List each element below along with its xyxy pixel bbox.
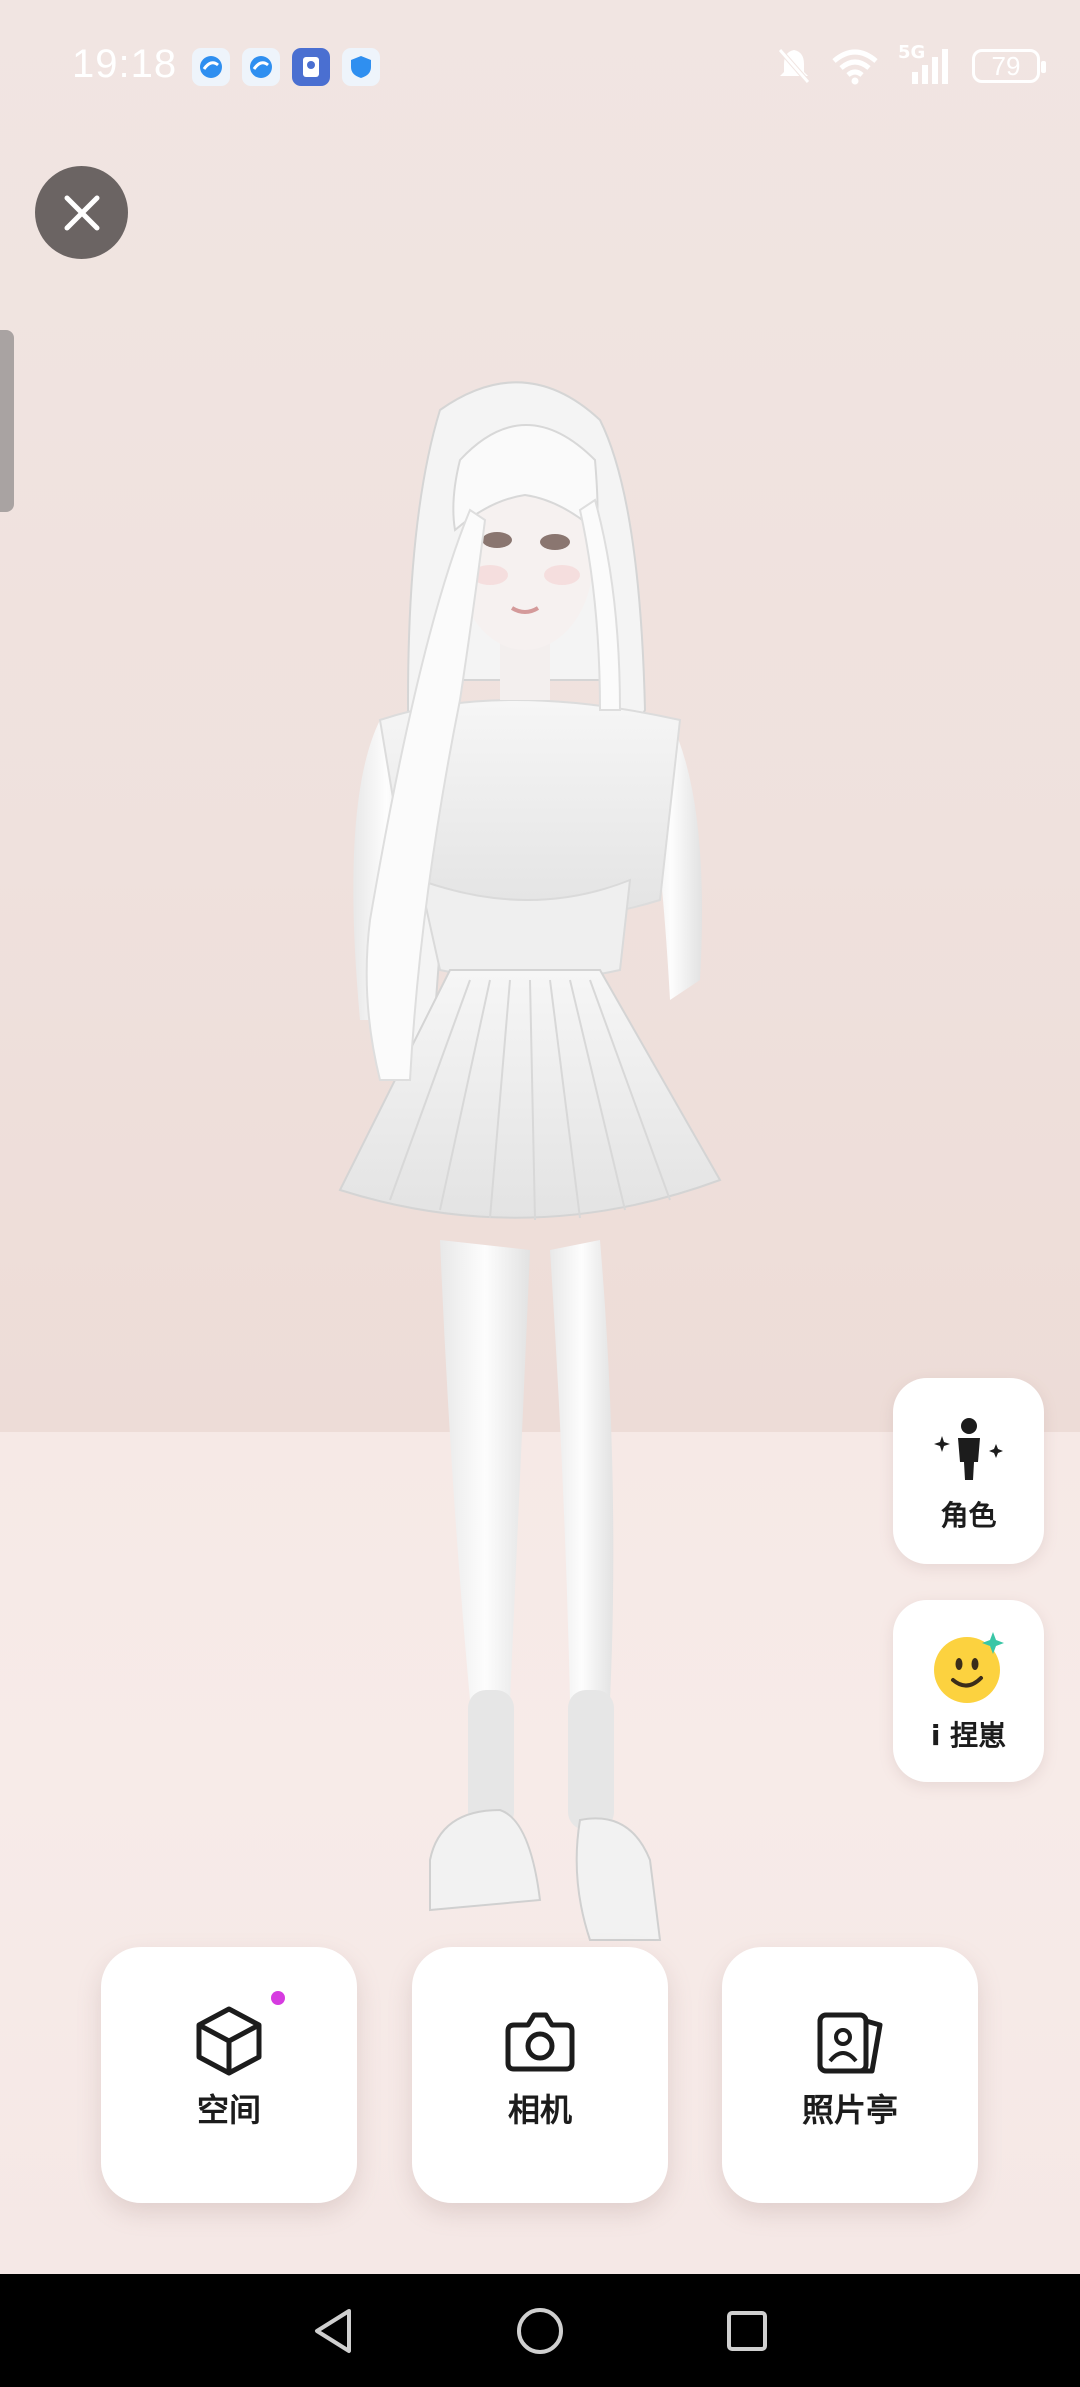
home-button[interactable]: [510, 2301, 570, 2361]
app-notification-icon: [242, 48, 280, 86]
pinch-button-label: i 捏崽: [930, 1719, 1007, 1752]
camera-button-label: 相机: [507, 2091, 572, 2129]
role-button[interactable]: 角色: [893, 1378, 1044, 1564]
wifi-icon: [832, 49, 878, 85]
photo-booth-button-label: 照片亭: [801, 2091, 898, 2129]
battery-level: 79: [991, 50, 1021, 81]
app-store-icon: [292, 48, 330, 86]
status-app-icons: [192, 48, 380, 86]
cube-icon: [196, 2006, 262, 2076]
back-button[interactable]: [303, 2301, 363, 2361]
navigation-bar: [0, 2274, 1080, 2387]
drawer-handle[interactable]: [0, 330, 14, 512]
mute-icon: [778, 48, 810, 84]
home-icon: [516, 2307, 563, 2354]
signal-icon: 5G: [898, 42, 954, 86]
battery-icon: 79: [972, 49, 1046, 83]
camera-icon: [505, 2012, 575, 2072]
photo-booth-icon: [817, 2012, 883, 2074]
avatar-sparkle-icon: [933, 1418, 1003, 1480]
camera-button[interactable]: 相机: [412, 1947, 668, 2203]
recents-icon: [726, 2310, 767, 2351]
avatar-character[interactable]: [300, 380, 760, 2000]
face-sparkle-icon: [933, 1632, 1004, 1703]
close-button[interactable]: [35, 166, 128, 259]
status-right: 5G 79: [776, 42, 1046, 86]
photo-booth-button[interactable]: 照片亭: [722, 1947, 978, 2203]
space-button[interactable]: 空间: [101, 1947, 357, 2203]
role-button-label: 角色: [940, 1499, 997, 1532]
app-notification-icon: [192, 48, 230, 86]
close-icon: [64, 195, 99, 230]
back-icon: [315, 2308, 352, 2353]
pinch-button[interactable]: i 捏崽: [893, 1600, 1044, 1782]
status-time: 19:18: [72, 42, 178, 86]
notification-badge: [271, 1991, 285, 2005]
recents-button[interactable]: [717, 2301, 777, 2361]
shield-icon: [342, 48, 380, 86]
space-button-label: 空间: [196, 2091, 261, 2129]
status-bar: 19:18 5G 79: [0, 0, 1080, 136]
